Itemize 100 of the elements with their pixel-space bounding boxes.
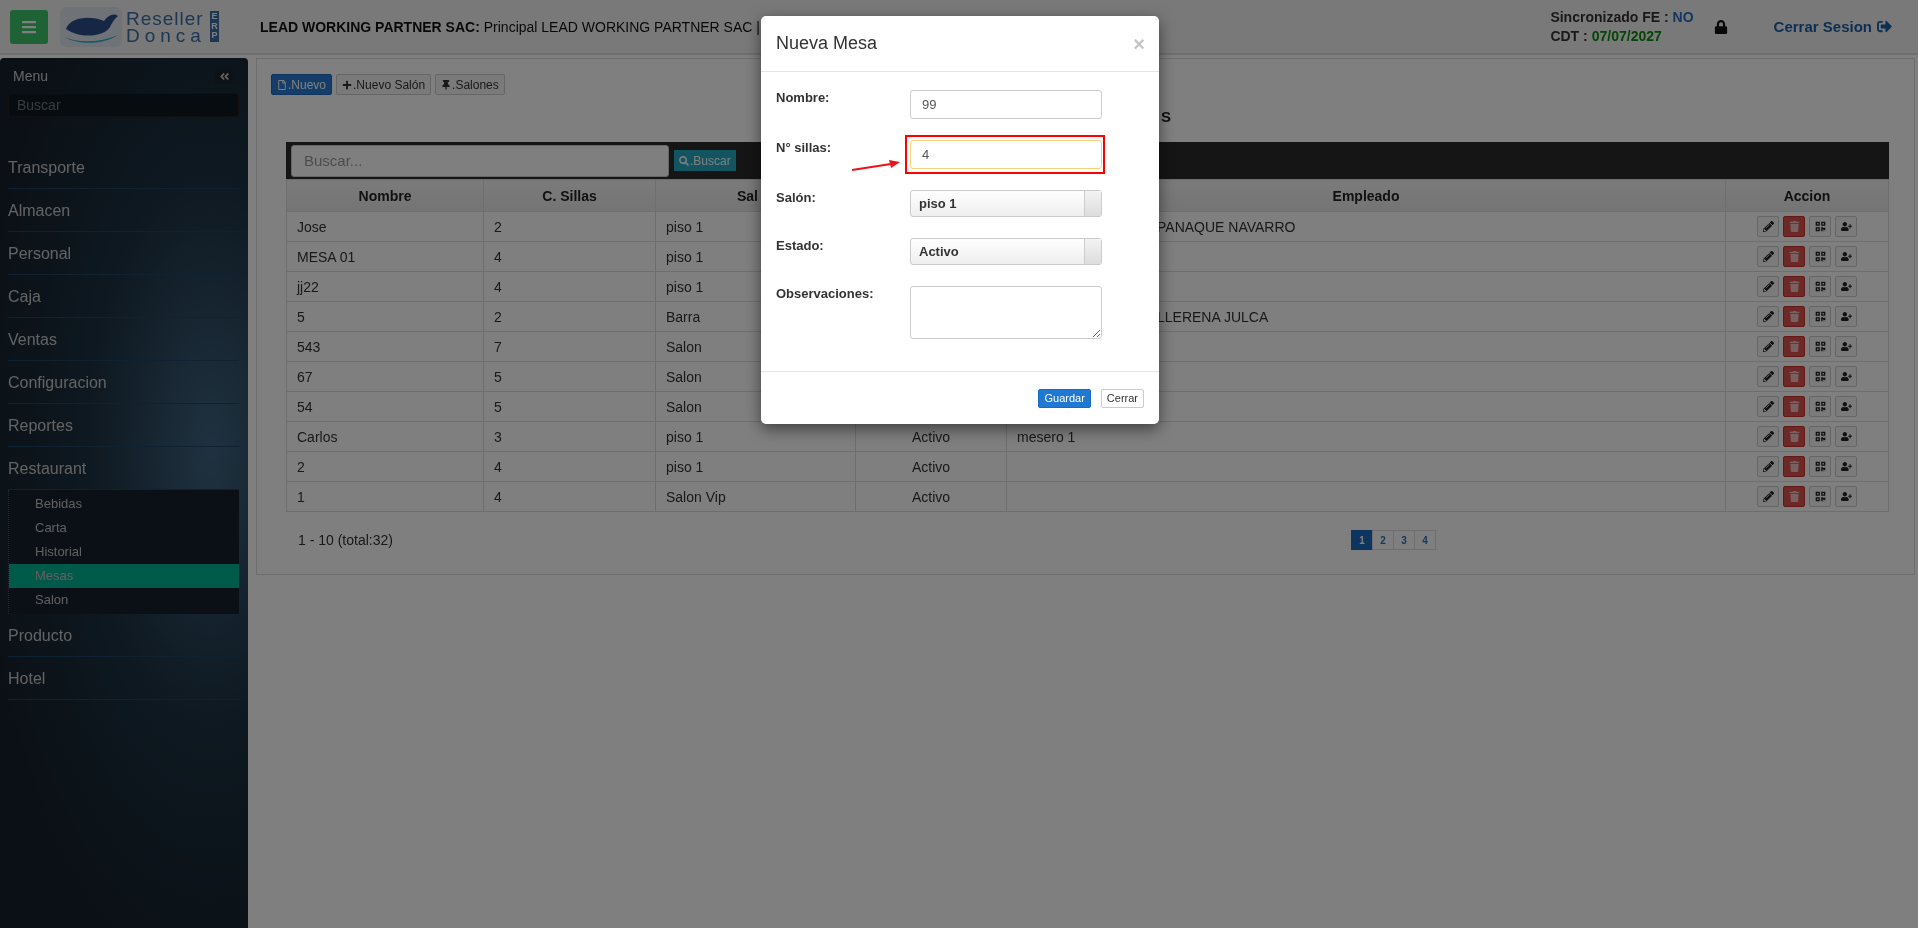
- edit-button[interactable]: [1757, 426, 1779, 447]
- page-button[interactable]: 3: [1393, 530, 1415, 550]
- table-cell: Carlos: [286, 421, 484, 452]
- field-label: N° sillas:: [776, 139, 833, 155]
- pencil-icon: [1762, 491, 1774, 502]
- edit-button[interactable]: [1757, 486, 1779, 507]
- qr-code-button[interactable]: [1809, 486, 1831, 507]
- user-plus-icon: [1840, 401, 1852, 412]
- sidebar-item[interactable]: Almacen: [8, 189, 239, 232]
- add-user-button[interactable]: [1835, 246, 1857, 267]
- text-input-field[interactable]: 99: [910, 90, 1102, 119]
- trash-icon: [1788, 461, 1800, 472]
- sidebar-item[interactable]: Configuracion: [8, 361, 239, 404]
- pencil-icon: [1762, 461, 1774, 472]
- sync-label: Sincronizado FE :: [1550, 9, 1669, 25]
- trash-icon: [1788, 341, 1800, 352]
- qr-code-button[interactable]: [1809, 216, 1831, 237]
- sidebar-subitem[interactable]: Historial: [9, 540, 239, 564]
- add-user-button[interactable]: [1835, 336, 1857, 357]
- add-user-button[interactable]: [1835, 486, 1857, 507]
- logout-link[interactable]: Cerrar Sesion: [1773, 18, 1892, 35]
- add-user-button[interactable]: [1835, 456, 1857, 477]
- edit-button[interactable]: [1757, 276, 1779, 297]
- qr-code-icon: [1814, 341, 1826, 352]
- trash-icon: [1788, 281, 1800, 292]
- sidebar-item[interactable]: Personal: [8, 232, 239, 275]
- edit-button[interactable]: [1757, 396, 1779, 417]
- table-cell: 7: [483, 331, 656, 362]
- edit-button[interactable]: [1757, 456, 1779, 477]
- edit-button[interactable]: [1757, 336, 1779, 357]
- qr-code-icon: [1814, 251, 1826, 262]
- text-input-field[interactable]: 4: [910, 140, 1102, 169]
- sign-out-icon: [1877, 19, 1892, 34]
- table-cell: 4: [483, 481, 656, 512]
- qr-code-icon: [1814, 401, 1826, 412]
- table-cell: piso 1: [655, 451, 856, 482]
- add-user-button[interactable]: [1835, 306, 1857, 327]
- dialog-button[interactable]: Cerrar: [1100, 388, 1144, 408]
- qr-code-button[interactable]: [1809, 336, 1831, 357]
- add-user-button[interactable]: [1835, 426, 1857, 447]
- sidebar-item[interactable]: Hotel: [8, 657, 239, 700]
- toolbar-button[interactable]: .Salones: [435, 74, 505, 95]
- sidebar-subitem[interactable]: Salon: [9, 588, 239, 612]
- table-cell: 67: [286, 361, 484, 392]
- qr-code-button[interactable]: [1809, 306, 1831, 327]
- qr-code-button[interactable]: [1809, 366, 1831, 387]
- dialog-button[interactable]: Guardar: [1038, 388, 1091, 408]
- sidebar-subitem[interactable]: Carta: [9, 516, 239, 540]
- sync-value: NO: [1672, 9, 1694, 25]
- page-button[interactable]: 2: [1372, 530, 1394, 550]
- add-user-button[interactable]: [1835, 366, 1857, 387]
- sidebar-item[interactable]: Producto: [8, 614, 239, 657]
- qr-code-button[interactable]: [1809, 246, 1831, 267]
- sidebar-item[interactable]: Ventas: [8, 318, 239, 361]
- add-user-button[interactable]: [1835, 396, 1857, 417]
- close-button[interactable]: ×: [1133, 33, 1145, 54]
- page-title: S: [1161, 108, 1171, 125]
- qr-code-icon: [1814, 281, 1826, 292]
- qr-code-icon: [1814, 461, 1826, 472]
- edit-button[interactable]: [1757, 216, 1779, 237]
- trash-icon: [1788, 491, 1800, 502]
- table-cell: Salon Vip: [655, 481, 856, 512]
- qr-code-button[interactable]: [1809, 276, 1831, 297]
- table-cell: 4: [483, 271, 656, 302]
- sidebar-item[interactable]: Transporte: [8, 146, 239, 189]
- toolbar-button[interactable]: .Nuevo: [271, 74, 333, 95]
- qr-code-button[interactable]: [1809, 456, 1831, 477]
- qr-code-button[interactable]: [1809, 426, 1831, 447]
- sidebar-item[interactable]: Caja: [8, 275, 239, 318]
- select-field[interactable]: piso 1: [910, 190, 1102, 217]
- select-field[interactable]: Activo: [910, 238, 1102, 265]
- page-button[interactable]: 1: [1351, 530, 1373, 550]
- plus-icon: [342, 79, 353, 90]
- field-label: Salón:: [776, 189, 817, 205]
- whale-logo-icon: [60, 6, 122, 47]
- table-cell: 543: [286, 331, 484, 362]
- menu-icon: [21, 18, 37, 35]
- sidebar-item[interactable]: Reportes: [8, 404, 239, 447]
- user-plus-icon: [1840, 311, 1852, 322]
- logo-text: Reseller: [126, 9, 205, 27]
- add-user-button[interactable]: [1835, 216, 1857, 237]
- add-user-button[interactable]: [1835, 276, 1857, 297]
- qr-code-button[interactable]: [1809, 396, 1831, 417]
- edit-button[interactable]: [1757, 366, 1779, 387]
- pencil-icon: [1762, 311, 1774, 322]
- edit-button[interactable]: [1757, 306, 1779, 327]
- collapse-button[interactable]: [215, 68, 233, 84]
- user-plus-icon: [1840, 431, 1852, 442]
- pencil-icon: [1762, 221, 1774, 232]
- sidebar-subitem[interactable]: Bebidas: [9, 492, 239, 516]
- lock-icon[interactable]: [1713, 19, 1728, 34]
- search-button[interactable]: .Buscar: [674, 150, 736, 171]
- edit-button[interactable]: [1757, 246, 1779, 267]
- toolbar-button[interactable]: .Nuevo Salón: [336, 74, 432, 95]
- file-icon: [277, 79, 287, 90]
- cdt-value: 07/07/2027: [1591, 28, 1662, 44]
- trash-icon: [1788, 401, 1800, 412]
- search-icon: [679, 155, 689, 166]
- pagination-summary: 1 - 10 (total:32): [298, 532, 394, 548]
- page-button[interactable]: 4: [1414, 530, 1436, 550]
